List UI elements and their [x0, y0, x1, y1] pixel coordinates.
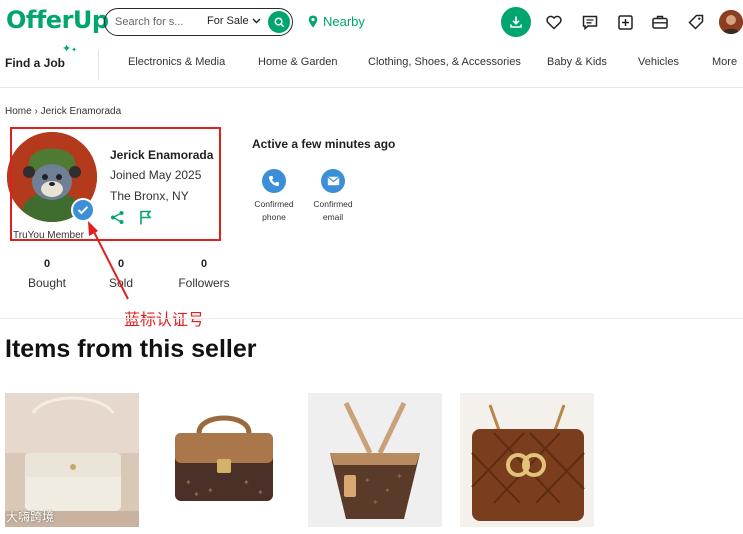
- stat-followers-label: Followers: [178, 276, 230, 290]
- stat-followers[interactable]: 0 Followers: [172, 258, 236, 290]
- svg-text:✦: ✦: [207, 486, 214, 495]
- chevron-down-icon: [252, 18, 261, 24]
- chat-icon: [582, 15, 598, 30]
- category-divider: [98, 50, 99, 80]
- confirmed-phone-line2: phone: [262, 212, 286, 222]
- briefcase-icon: [652, 15, 668, 29]
- breadcrumb: Home › Jerick Enamorada: [5, 106, 121, 117]
- stat-sold-value: 0: [117, 258, 125, 270]
- svg-text:✦: ✦: [185, 478, 192, 487]
- svg-text:✦: ✦: [372, 498, 379, 507]
- search-icon: [274, 17, 284, 27]
- item-card[interactable]: [460, 393, 594, 527]
- section-divider: [0, 318, 743, 319]
- svg-text:✦: ✦: [364, 476, 371, 485]
- item-card[interactable]: [5, 393, 139, 527]
- category-more[interactable]: More: [712, 56, 737, 68]
- for-sale-label: For Sale: [207, 15, 249, 27]
- download-app-button[interactable]: [501, 7, 531, 37]
- stat-followers-value: 0: [200, 258, 208, 270]
- for-sale-dropdown[interactable]: For Sale: [207, 15, 261, 27]
- category-baby-kids[interactable]: Baby & Kids: [547, 56, 607, 68]
- top-header: OfferUp For Sale Nearby: [0, 0, 743, 44]
- breadcrumb-home[interactable]: Home: [5, 106, 32, 117]
- svg-text:✦: ✦: [193, 490, 200, 499]
- category-bar: Find a Job ✦✦ Electronics & Media Home &…: [0, 44, 743, 88]
- offerup-logo[interactable]: OfferUp: [6, 6, 109, 34]
- svg-text:✦: ✦: [243, 478, 250, 487]
- seller-activity-status: Active a few minutes ago: [252, 137, 396, 151]
- plus-square-icon: [617, 14, 633, 30]
- nearby-location-button[interactable]: Nearby: [308, 14, 365, 29]
- stat-bought[interactable]: 0 Bought: [22, 258, 72, 290]
- confirmed-phone-line1: Confirmed: [254, 199, 294, 209]
- stat-sold[interactable]: 0 Sold: [101, 258, 141, 290]
- user-avatar[interactable]: [719, 10, 743, 34]
- breadcrumb-separator: ›: [34, 106, 38, 117]
- category-clothing-shoes-accessories[interactable]: Clothing, Shoes, & Accessories: [368, 56, 521, 68]
- items-section-title: Items from this seller: [5, 335, 257, 363]
- svg-text:✦: ✦: [257, 488, 264, 497]
- confirmed-phone: Confirmed phone: [249, 169, 299, 224]
- selling-button[interactable]: [648, 10, 672, 34]
- category-home-garden[interactable]: Home & Garden: [258, 56, 337, 68]
- search-button[interactable]: [268, 11, 290, 33]
- svg-text:✦: ✦: [396, 472, 403, 481]
- search-bar: For Sale: [104, 8, 293, 36]
- find-a-job-link[interactable]: Find a Job: [5, 56, 65, 70]
- email-icon: [321, 169, 345, 193]
- post-item-button[interactable]: [613, 10, 637, 34]
- item-card[interactable]: ✦ ✦ ✦ ✦ ✦: [157, 393, 291, 527]
- heart-icon: [546, 15, 562, 30]
- category-vehicles[interactable]: Vehicles: [638, 56, 679, 68]
- watermark-text: 大嗨跨境: [6, 510, 55, 524]
- search-input[interactable]: [115, 14, 191, 30]
- svg-text:✦: ✦: [384, 486, 391, 495]
- sparkle-icon: ✦✦: [62, 43, 78, 55]
- category-electronics-media[interactable]: Electronics & Media: [128, 56, 225, 68]
- user-avatar-image: [719, 10, 743, 34]
- item-card[interactable]: ✦ ✦ ✦ ✦: [308, 393, 442, 527]
- confirmed-email-line1: Confirmed: [313, 199, 353, 209]
- download-icon: [510, 16, 522, 28]
- stat-bought-label: Bought: [27, 276, 67, 290]
- stat-sold-label: Sold: [108, 276, 134, 290]
- messages-button[interactable]: [578, 10, 602, 34]
- annotation-highlight-box: [10, 127, 221, 241]
- deals-button[interactable]: [684, 10, 708, 34]
- nearby-label: Nearby: [323, 14, 365, 29]
- item-image-white-bag: [5, 393, 139, 527]
- item-image-quilted-brown-bag: [460, 393, 594, 527]
- stat-bought-value: 0: [43, 258, 51, 270]
- location-pin-icon: [308, 15, 318, 28]
- item-image-monogram-satchel: ✦✦✦✦✦: [157, 393, 291, 527]
- confirmed-email-line2: email: [322, 212, 344, 222]
- saved-items-button[interactable]: [542, 10, 566, 34]
- item-image-hobo-bag: ✦ ✦ ✦ ✦: [308, 393, 442, 527]
- tag-icon: [688, 14, 704, 30]
- phone-icon: [262, 169, 286, 193]
- breadcrumb-current: Jerick Enamorada: [40, 106, 122, 117]
- confirmed-email: Confirmed email: [308, 169, 358, 224]
